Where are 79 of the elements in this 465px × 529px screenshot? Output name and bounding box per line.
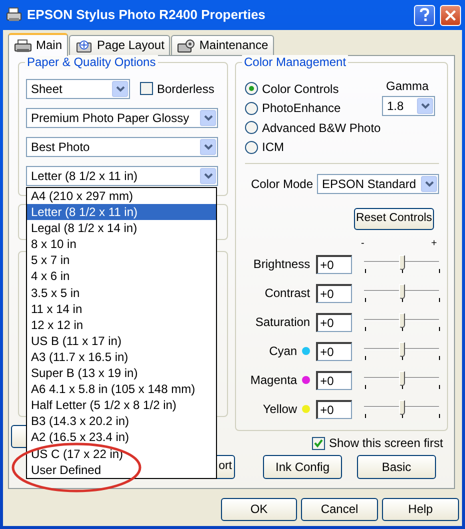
- list-item[interactable]: A4 (210 x 297 mm): [27, 188, 216, 204]
- show-first-checkbox[interactable]: Show this screen first: [312, 436, 448, 450]
- list-item[interactable]: Letter (8 1/2 x 11 in): [27, 204, 216, 220]
- printer-icon: [6, 7, 22, 23]
- media-type-dropdown[interactable]: Premium Photo Paper Glossy: [26, 108, 218, 128]
- color-mode-label: Color Mode: [250, 176, 313, 192]
- close-button[interactable]: [440, 4, 461, 26]
- list-item[interactable]: 4 x 6 in: [27, 268, 216, 285]
- list-item[interactable]: US B (11 x 17 in): [27, 332, 216, 349]
- tab[interactable]: Main: [8, 33, 68, 56]
- adjustment-label: Cyan: [269, 344, 298, 359]
- close-icon: [445, 10, 456, 20]
- scale-min-label: -: [361, 238, 364, 250]
- button[interactable]: Ink Config: [263, 455, 342, 480]
- check-icon: [314, 438, 323, 448]
- radio-option[interactable]: Color Controls: [245, 79, 382, 98]
- gamma-label: Gamma: [385, 79, 430, 94]
- slider[interactable]: [364, 400, 439, 420]
- list-item[interactable]: A2 (16.5 x 23.4 in): [27, 429, 216, 446]
- list-item[interactable]: 12 x 12 in: [27, 316, 216, 333]
- value-field[interactable]: +0: [316, 371, 352, 390]
- caret-icon: [417, 98, 433, 114]
- list-item[interactable]: B3 (14.3 x 20.2 in): [27, 413, 216, 430]
- adjustment-label: Brightness: [253, 257, 310, 272]
- value-field[interactable]: +0: [316, 284, 352, 303]
- group-title: Color Management: [242, 55, 348, 70]
- help-button[interactable]: Help: [382, 498, 459, 521]
- scale-max-label: +: [431, 238, 437, 250]
- help-button[interactable]: [414, 4, 435, 26]
- slider[interactable]: [364, 254, 439, 274]
- caret-icon: [421, 176, 437, 192]
- slider[interactable]: [364, 342, 439, 362]
- radio-option[interactable]: PhotoEnhance: [245, 98, 382, 118]
- radio-option[interactable]: ICM: [245, 138, 382, 157]
- group-title: Paper & Quality Options: [25, 55, 158, 70]
- radio-option[interactable]: Advanced B&W Photo: [245, 118, 382, 138]
- tab[interactable]: Page Layout: [69, 35, 170, 55]
- paper-size-menu[interactable]: [26, 187, 217, 479]
- list-item[interactable]: A3 (11.7 x 16.5 in): [27, 348, 216, 366]
- list-item[interactable]: Half Letter (5 1/2 x 8 1/2 in): [27, 397, 216, 414]
- layout-icon: [75, 38, 94, 52]
- list-item[interactable]: 11 x 14 in: [27, 300, 216, 317]
- list-item[interactable]: User Defined: [27, 462, 216, 478]
- slider[interactable]: [364, 312, 439, 332]
- caret-icon: [200, 110, 216, 126]
- color-mode-dropdown[interactable]: EPSON Standard: [317, 174, 439, 194]
- ok-button[interactable]: OK: [221, 498, 297, 521]
- adjustment-label: Magenta: [250, 373, 298, 388]
- value-field[interactable]: +0: [316, 313, 352, 332]
- list-item[interactable]: Super B (13 x 19 in): [27, 365, 216, 382]
- source-dropdown[interactable]: Sheet: [26, 79, 130, 99]
- value-field[interactable]: +0: [316, 255, 352, 274]
- adjustment-label: Yellow: [262, 402, 298, 417]
- caret-icon: [200, 139, 216, 155]
- value-field[interactable]: +0: [316, 342, 352, 361]
- adjustment-label: Contrast: [264, 286, 310, 301]
- paper-size-dropdown[interactable]: Letter (8 1/2 x 11 in): [26, 166, 218, 186]
- caret-icon: [112, 81, 128, 97]
- cancel-button[interactable]: Cancel: [301, 498, 378, 521]
- list-item[interactable]: 3.5 x 5 in: [27, 284, 216, 301]
- list-item[interactable]: 5 x 7 in: [27, 252, 216, 268]
- help-icon: [419, 8, 430, 22]
- list-item[interactable]: Legal (8 1/2 x 14 in): [27, 220, 216, 236]
- gear-icon: [177, 38, 196, 52]
- caret-icon: [200, 168, 216, 184]
- borderless-checkbox[interactable]: Borderless: [140, 82, 214, 96]
- window-title: EPSON Stylus Photo R2400 Properties: [27, 7, 266, 23]
- slider[interactable]: [364, 284, 439, 304]
- adjustment-label: Saturation: [255, 315, 310, 330]
- slider[interactable]: [364, 370, 439, 390]
- value-field[interactable]: +0: [316, 400, 352, 419]
- gamma-dropdown[interactable]: 1.8: [382, 96, 435, 116]
- tab[interactable]: Maintenance: [171, 35, 274, 55]
- list-item[interactable]: A6 4.1 x 5.8 in (105 x 148 mm): [27, 381, 216, 398]
- button[interactable]: Basic: [357, 455, 436, 480]
- printer-icon: [14, 38, 32, 52]
- reset-controls-button[interactable]: Reset Controls: [354, 208, 434, 230]
- quality-dropdown[interactable]: Best Photo: [26, 137, 218, 157]
- list-item[interactable]: 8 x 10 in: [27, 236, 216, 252]
